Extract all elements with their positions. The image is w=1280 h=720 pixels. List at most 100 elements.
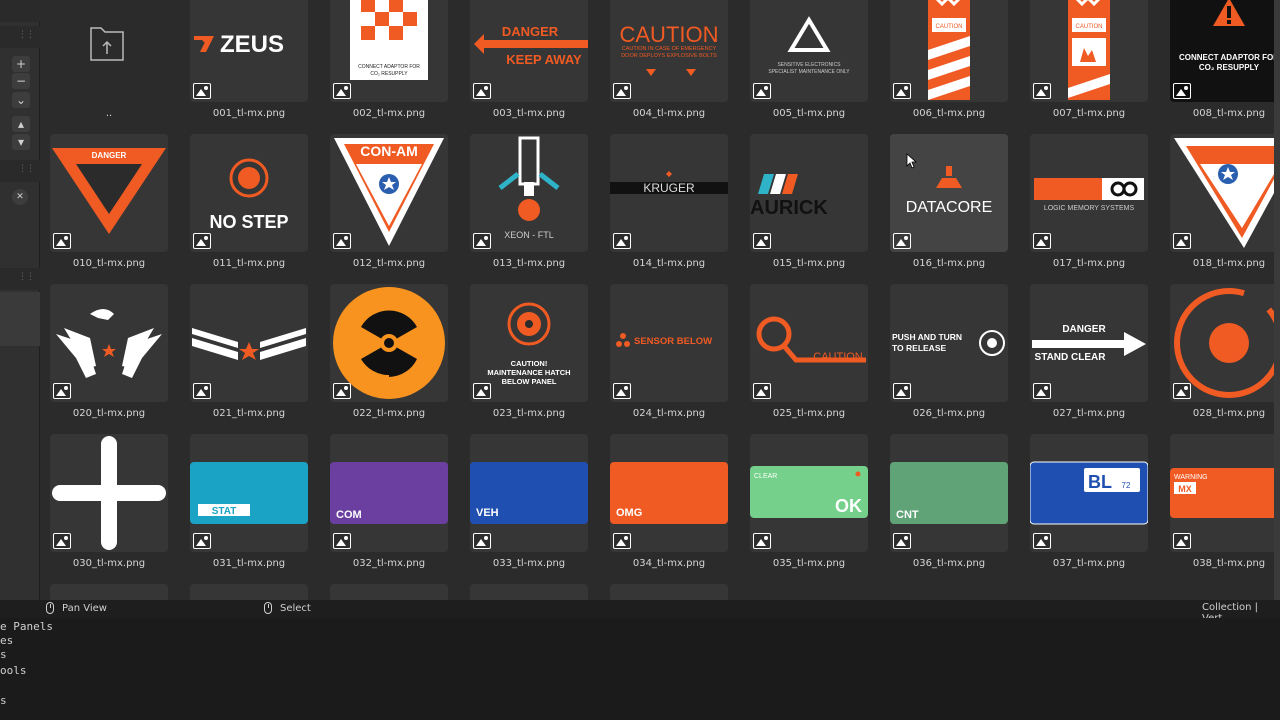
file-item[interactable]: VEH 033_tl-mx.png: [470, 434, 588, 574]
svg-text:WARNING: WARNING: [1174, 474, 1208, 481]
image-type-icon: [473, 383, 491, 399]
file-name: 004_tl-mx.png: [632, 108, 706, 119]
thumbnail: [1170, 284, 1280, 402]
thumbnail: [610, 584, 728, 600]
thumbnail: SENSITIVE ELECTRONICS SPECIALIST MAINTEN…: [750, 0, 868, 102]
file-item[interactable]: CAUTION 025_tl-mx.png: [750, 284, 868, 424]
svg-text:CAUTION: CAUTION: [936, 24, 963, 30]
file-name: 036_tl-mx.png: [912, 558, 986, 569]
file-item[interactable]: CAUTION CAUTION IN CASE OF EMERGENCY DOO…: [610, 0, 728, 124]
file-item[interactable]: COM 032_tl-mx.png: [330, 434, 448, 574]
file-item[interactable]: STAT 031_tl-mx.png: [190, 434, 308, 574]
file-item[interactable]: XEON - FTL 013_tl-mx.png: [470, 134, 588, 274]
file-item[interactable]: 020_tl-mx.png: [50, 284, 168, 424]
file-item[interactable]: NO STEP 011_tl-mx.png: [190, 134, 308, 274]
file-item[interactable]: 018_tl-mx.png: [1170, 134, 1280, 274]
plus-icon[interactable]: +: [12, 56, 30, 72]
svg-text:KRUGER: KRUGER: [643, 181, 695, 195]
file-name: 007_tl-mx.png: [1052, 108, 1126, 119]
file-item[interactable]: CON-AM 012_tl-mx.png: [330, 134, 448, 274]
arrow-up-icon[interactable]: ▴: [12, 116, 30, 132]
file-item[interactable]: AURICK 015_tl-mx.png: [750, 134, 868, 274]
file-item[interactable]: CAUTION 007_tl-mx.png: [1030, 0, 1148, 124]
file-item[interactable]: [610, 584, 728, 600]
pan-view-label: Pan View: [62, 602, 107, 614]
close-icon[interactable]: ✕: [12, 189, 28, 205]
file-item[interactable]: CAUTION 006_tl-mx.png: [890, 0, 1008, 124]
select-label: Select: [280, 602, 311, 614]
file-name: 021_tl-mx.png: [212, 408, 286, 419]
file-name: 015_tl-mx.png: [772, 258, 846, 269]
minus-icon[interactable]: −: [12, 73, 30, 89]
arrow-down-icon[interactable]: ▾: [12, 134, 30, 150]
thumbnail: VEH: [470, 434, 588, 552]
file-name: 013_tl-mx.png: [492, 258, 566, 269]
file-item[interactable]: [50, 584, 168, 600]
file-item[interactable]: SENSOR BELOW 024_tl-mx.png: [610, 284, 728, 424]
svg-text:DANGER: DANGER: [1062, 324, 1106, 335]
mouse-middle-icon: [46, 602, 54, 614]
console-line: ools: [0, 664, 27, 677]
svg-text:OMG: OMG: [616, 507, 642, 519]
svg-text:XEON - FTL: XEON - FTL: [504, 230, 554, 240]
mouse-left-icon: [264, 602, 272, 614]
file-item[interactable]: 021_tl-mx.png: [190, 284, 308, 424]
pan-view-hint: Pan View: [46, 602, 107, 614]
svg-text:PUSH AND TURN: PUSH AND TURN: [892, 332, 962, 342]
file-item[interactable]: [470, 584, 588, 600]
console-panel: e Panels es s ools s: [0, 618, 1280, 720]
file-item[interactable]: WARNING MX 038_tl-mx.png: [1170, 434, 1280, 574]
file-item[interactable]: SENSITIVE ELECTRONICS SPECIALIST MAINTEN…: [750, 0, 868, 124]
file-item[interactable]: 022_tl-mx.png: [330, 284, 448, 424]
file-item[interactable]: 030_tl-mx.png: [50, 434, 168, 574]
thumbnail: CAUTION! MAINTENANCE HATCH BELOW PANEL: [470, 284, 588, 402]
svg-text:COM: COM: [336, 509, 362, 521]
file-item[interactable]: CLEAR OK 035_tl-mx.png: [750, 434, 868, 574]
file-name: 006_tl-mx.png: [912, 108, 986, 119]
toolbar-separator: ⋮⋮: [0, 160, 40, 182]
file-item[interactable]: LOGIC MEMORY SYSTEMS 017_tl-mx.png: [1030, 134, 1148, 274]
file-name: 008_tl-mx.png: [1192, 108, 1266, 119]
file-item[interactable]: [330, 584, 448, 600]
image-type-icon: [753, 383, 771, 399]
file-item[interactable]: CNT 036_tl-mx.png: [890, 434, 1008, 574]
thumbnail: CNT: [890, 434, 1008, 552]
file-item[interactable]: PUSH AND TURN TO RELEASE 026_tl-mx.png: [890, 284, 1008, 424]
svg-text:CO₂ RESUPPLY: CO₂ RESUPPLY: [1199, 63, 1260, 72]
parent-folder-item[interactable]: ..: [50, 0, 168, 124]
svg-text:AURICK: AURICK: [750, 197, 828, 219]
thumbnail: DANGER KEEP AWAY: [470, 0, 588, 102]
file-item[interactable]: 028_tl-mx.png: [1170, 284, 1280, 424]
thumbnail: SENSOR BELOW: [610, 284, 728, 402]
file-item[interactable]: OMG 034_tl-mx.png: [610, 434, 728, 574]
thumbnail: OMG: [610, 434, 728, 552]
thumbnail: [50, 434, 168, 552]
file-item[interactable]: DANGER KEEP AWAY 003_tl-mx.png: [470, 0, 588, 124]
file-name: 023_tl-mx.png: [492, 408, 566, 419]
image-type-icon: [1173, 533, 1191, 549]
file-name: 033_tl-mx.png: [492, 558, 566, 569]
image-type-icon: [1033, 533, 1051, 549]
scrollbar[interactable]: [1274, 0, 1280, 600]
svg-text:STAND CLEAR: STAND CLEAR: [1035, 352, 1107, 363]
file-name: 014_tl-mx.png: [632, 258, 706, 269]
file-item[interactable]: ZEUS 001_tl-mx.png: [190, 0, 308, 124]
thumbnail: DANGER: [50, 134, 168, 252]
file-name: 037_tl-mx.png: [1052, 558, 1126, 569]
image-type-icon: [1033, 83, 1051, 99]
file-item[interactable]: DANGER STAND CLEAR 027_tl-mx.png: [1030, 284, 1148, 424]
image-type-icon: [1173, 383, 1191, 399]
image-type-icon: [193, 533, 211, 549]
file-item[interactable]: CONNECT ADAPTOR FOR CO₂ RESUPPLY 008_tl-…: [1170, 0, 1280, 124]
file-item[interactable]: CONNECT ADAPTOR FOR CO₂ RESUPPLY 002_tl-…: [330, 0, 448, 124]
file-item[interactable]: KRUGER 014_tl-mx.png: [610, 134, 728, 274]
file-item[interactable]: BL 72 037_tl-mx.png: [1030, 434, 1148, 574]
file-name: 028_tl-mx.png: [1192, 408, 1266, 419]
file-item[interactable]: DANGER 010_tl-mx.png: [50, 134, 168, 274]
image-type-icon: [613, 233, 631, 249]
image-type-icon: [333, 383, 351, 399]
file-item[interactable]: CAUTION! MAINTENANCE HATCH BELOW PANEL 0…: [470, 284, 588, 424]
file-item[interactable]: [190, 584, 308, 600]
svg-text:BL: BL: [1088, 472, 1112, 492]
chevron-down-icon[interactable]: ⌄: [12, 92, 30, 108]
